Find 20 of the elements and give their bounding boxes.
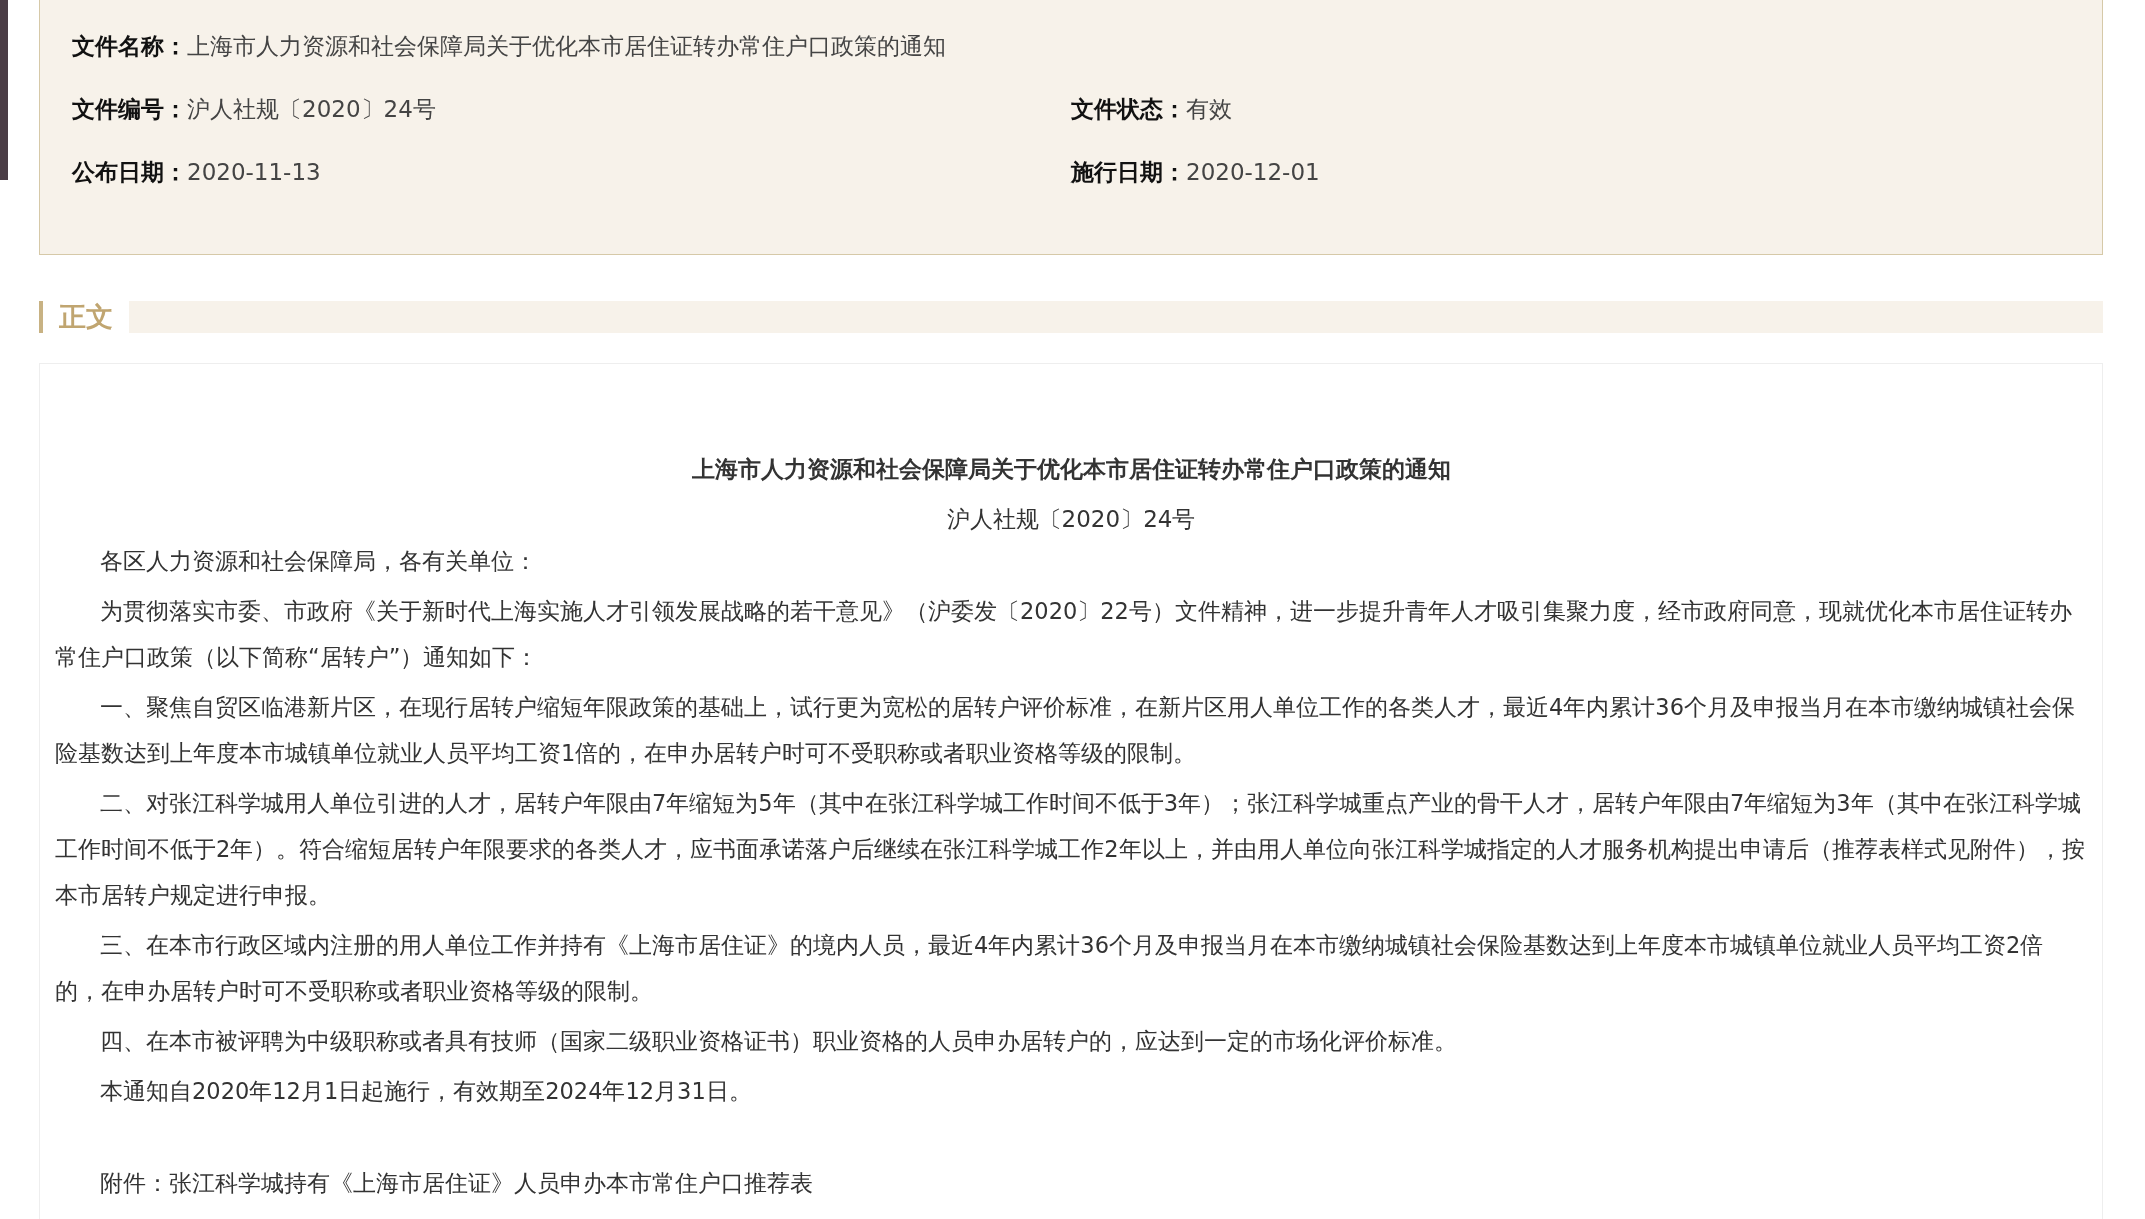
paragraph: 本通知自2020年12月1日起施行，有效期至2024年12月31日。 (99, 1077, 753, 1106)
paragraph: 一、聚焦自贸区临港新片区，在现行居转户缩短年限政策的基础上，试行更为宽松的居转户评价标准，在新片区用人单位工作的各类人才，最近4年内累计36个月及申报当月在本市缴纳城镇社会保险基数达到上年度本市城镇单位就业人员平均工资1倍的，在申办居转户时可不受职称或者职业资格等级的限制。 (55, 693, 2076, 768)
document-title: 上海市人力资源和社会保障局关于优化本市居住证转办常住户口政策的通知 (690, 455, 1452, 484)
paragraph: 三、在本市行政区域内注册的用人单位工作并持有《上海市居住证》的境内人员，最近4年内累计36个月及申报当月在本市缴纳城镇社会保险基数达到上年度本市城镇单位就业人员平均工资2倍的，在申办居转户时可不受职称或者职业资格等级的限制。 (55, 931, 2045, 1006)
field-value: 有效 (1186, 96, 1232, 122)
attachment-text: 附件：张江科学城持有《上海市居住证》人员申办本市常住户口推荐表 (99, 1169, 814, 1198)
field-value: 2020-11-13 (187, 159, 321, 185)
document-number: 沪人社规〔2020〕24号 (945, 505, 1197, 534)
field-label: 施行日期： (1071, 159, 1186, 185)
field-value: 2020-12-01 (1186, 159, 1320, 185)
paragraph: 二、对张江科学城用人单位引进的人才，居转户年限由7年缩短为5年（其中在张江科学城工作时间不低于3年）；张江科学城重点产业的骨干人才，居转户年限由7年缩短为3年（其中在张江科学城工作时间不低于2年）。符合缩短居转户年限要求的各类人才，应书面承诺落户后继续在张江科学城工作2年以上，并由用人单位向张江科学城指定的人才服务机构提出申请后（推荐表样式见附件），按本市居转户规定进行申报。 (55, 789, 2086, 910)
field-value: 沪人社规〔2020〕24号 (187, 96, 436, 122)
paragraph: 四、在本市被评聘为中级职称或者具有技师（国家二级职业资格证书）职业资格的人员申办居转户的，应达到一定的市场化评价标准。 (99, 1027, 1458, 1056)
paragraph: 为贯彻落实市委、市政府《关于新时代上海实施人才引领发展战略的若干意见》（沪委发〔2020〕22号）文件精神，进一步提升青年人才吸引集聚力度，经市政府同意，现就优化本市居住证转办常住户口政策（以下简称“居转户”）通知如下： (55, 597, 2073, 672)
field-value: 上海市人力资源和社会保障局关于优化本市居住证转办常住户口政策的通知 (187, 33, 946, 59)
field-label: 公布日期： (72, 159, 187, 185)
paragraph: 各区人力资源和社会保障局，各有关单位： (99, 547, 538, 576)
field-label: 文件编号： (72, 96, 187, 122)
field-label: 文件状态： (1071, 96, 1186, 122)
field-label: 文件名称： (72, 33, 187, 59)
